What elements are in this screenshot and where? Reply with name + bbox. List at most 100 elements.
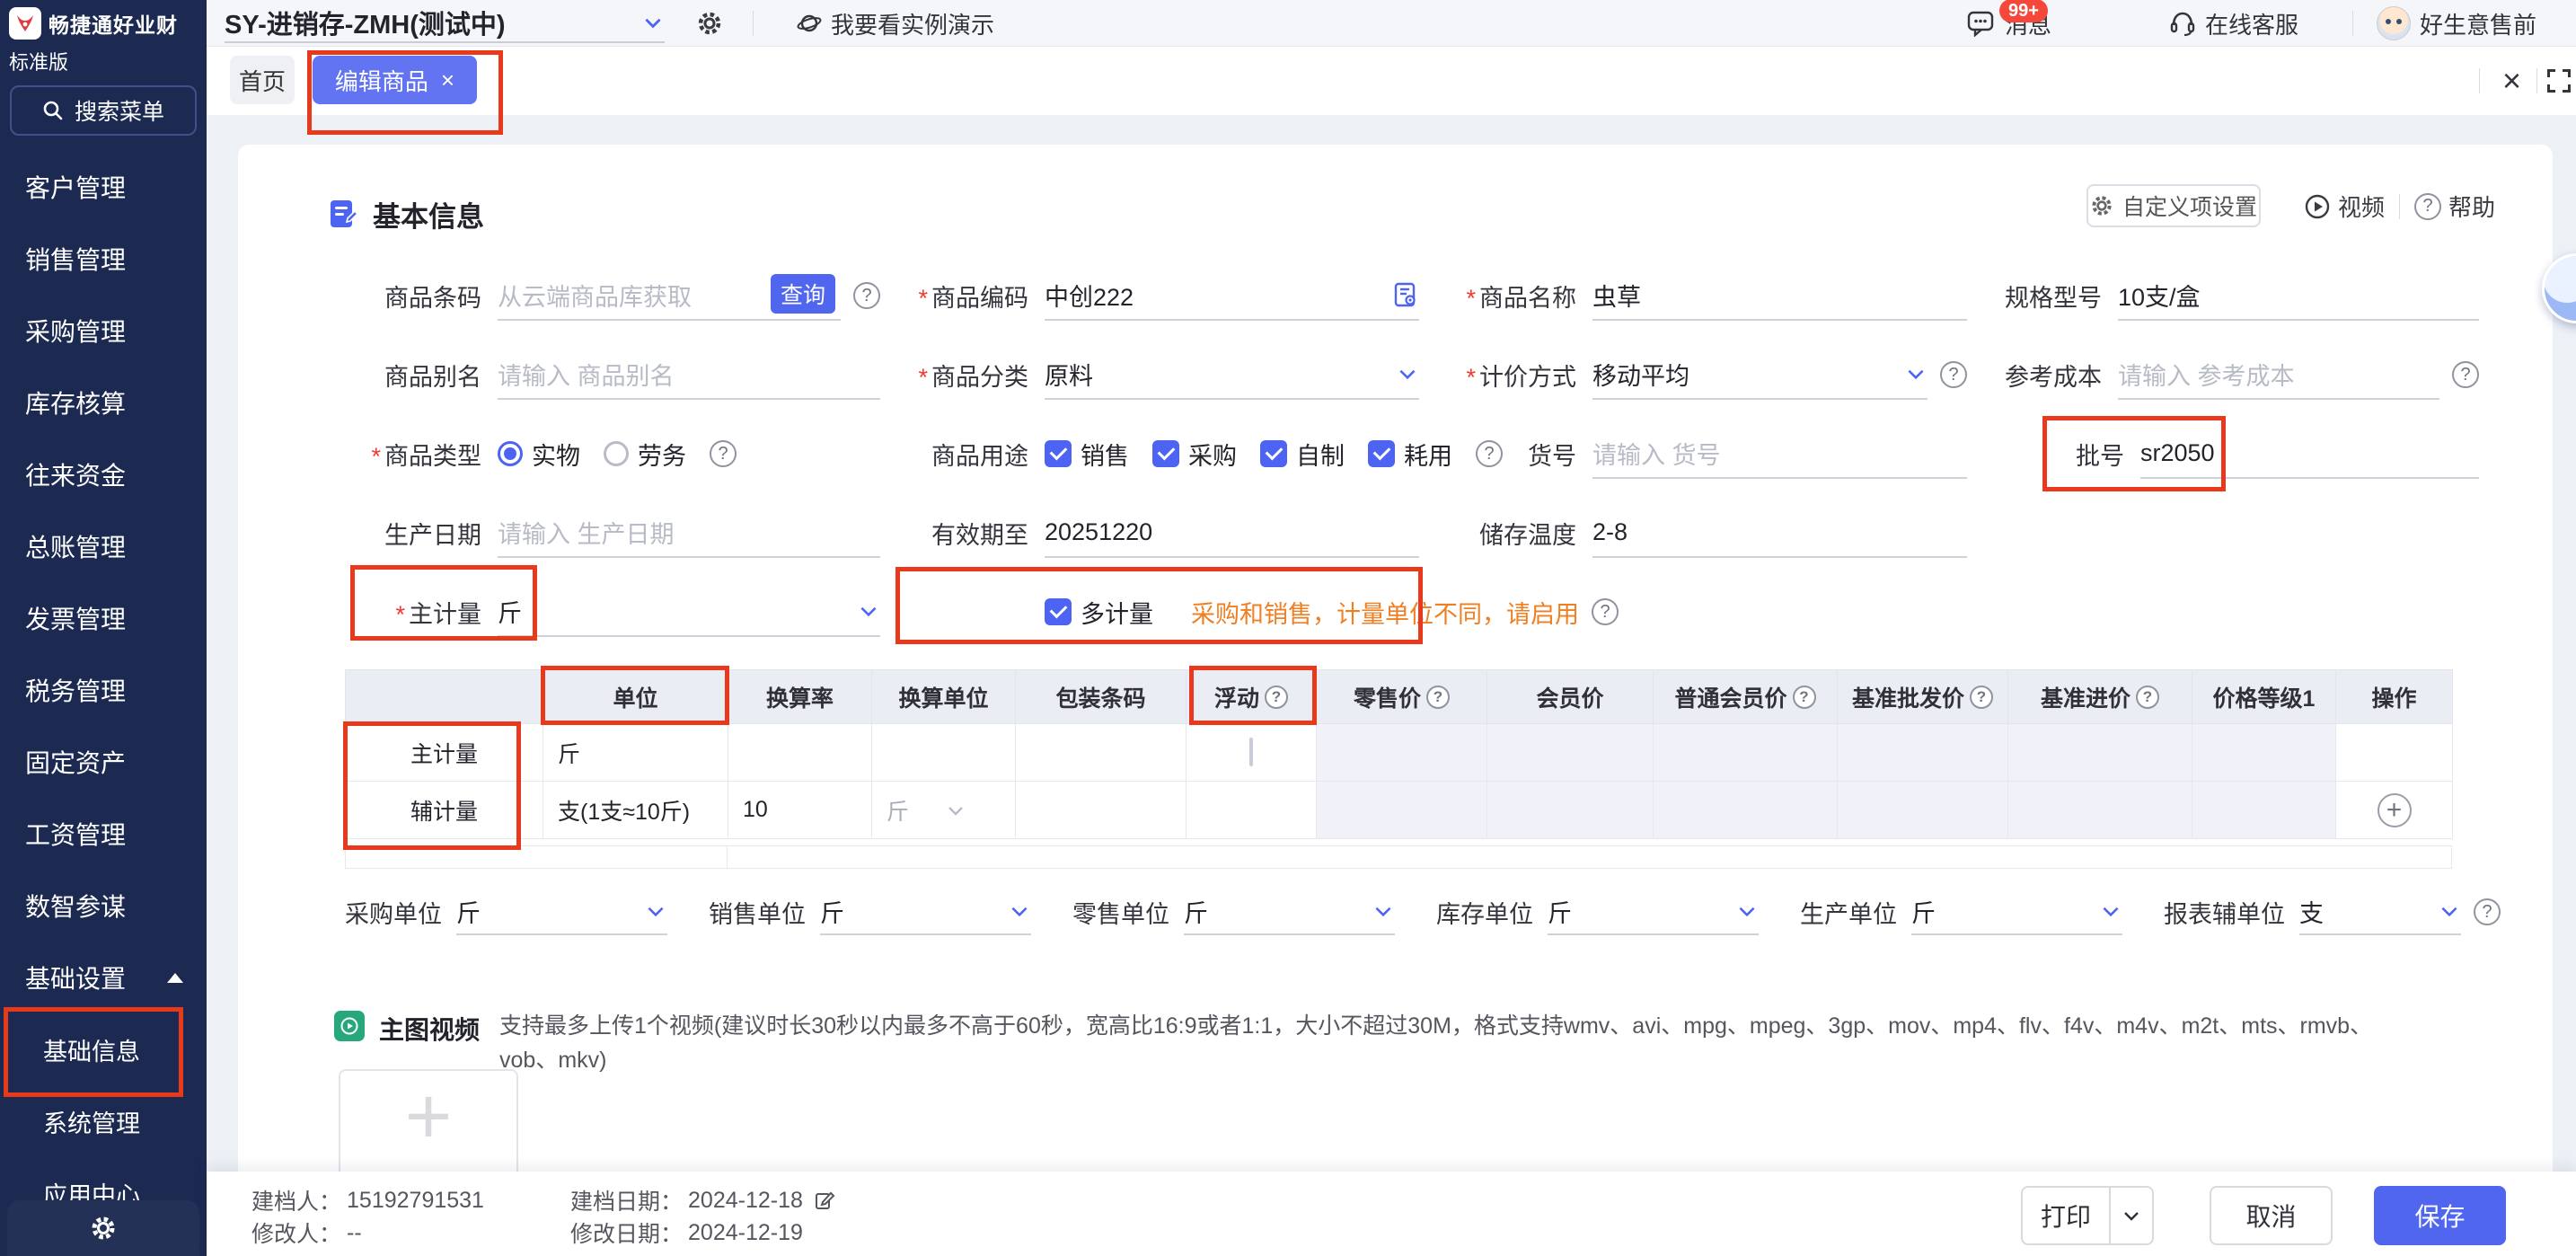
account-selector[interactable]: SY-进销存-ZMH(测试中) [225,4,665,43]
alias-input[interactable]: 请输入 商品别名 [498,349,880,400]
sidebar-item-funds[interactable]: 往来资金 [0,438,207,510]
category-select[interactable]: 原料 [1045,349,1419,400]
sidebar-settings-button[interactable] [7,1200,199,1256]
sidebar-item-purchase[interactable]: 采购管理 [0,295,207,367]
demo-link[interactable]: 我要看实例演示 [797,0,994,47]
help-link[interactable]: ? 帮助 [2414,190,2495,223]
type-help-icon[interactable]: ? [710,440,737,467]
sale-unit-select[interactable]: 斤 [820,889,1031,935]
wholesale-price-cell[interactable] [1838,724,2008,782]
edit-icon[interactable] [814,1190,835,1211]
price-level1-cell[interactable] [2192,782,2336,839]
unit-cell[interactable]: 支(1支≈10斤) [543,782,728,839]
sidebar-item-basic-info[interactable]: 基础信息 [0,1013,207,1085]
convert-unit-cell[interactable]: 斤 [872,782,1016,839]
wholesale-price-cell[interactable] [1838,782,2008,839]
retail-help-icon[interactable]: ? [1426,685,1450,709]
menu-search-input[interactable]: 搜索菜单 [10,85,197,136]
sidebar-item-invoice[interactable]: 发票管理 [0,582,207,654]
retail-unit-select[interactable]: 斤 [1184,889,1395,935]
sidebar-item-analytics[interactable]: 数智参谋 [0,870,207,942]
float-help-icon[interactable]: ? [1265,685,1288,709]
print-button[interactable]: 打印 [2023,1198,2109,1234]
rate-cell[interactable]: 10 [728,782,872,839]
normal-member-price-cell[interactable] [1654,782,1838,839]
normal-member-price-cell[interactable] [1654,724,1838,782]
retail-price-cell[interactable] [1317,782,1487,839]
pricing-help-icon[interactable]: ? [1940,361,1967,388]
close-page-icon[interactable]: × [2502,47,2521,115]
account-settings-button[interactable] [696,0,723,47]
ref-cost-help-icon[interactable]: ? [2452,361,2479,388]
prod-date-input[interactable]: 请输入 生产日期 [498,508,880,558]
sidebar-item-inventory[interactable]: 库存核算 [0,367,207,438]
sidebar-item-sales[interactable]: 销售管理 [0,223,207,295]
product-code-input[interactable]: 中创222 [1045,270,1419,321]
save-button[interactable]: 保存 [2374,1186,2506,1245]
code-rule-icon[interactable] [1392,281,1419,308]
sidebar-item-customers[interactable]: 客户管理 [0,151,207,223]
batch-no-input[interactable]: sr2050 [2140,429,2479,479]
wholesale-help-icon[interactable]: ? [1970,685,1993,709]
table-scroll-strip[interactable] [345,845,2452,869]
barcode-input[interactable]: 从云端商品库获取 查询 [498,270,841,321]
expiry-input[interactable]: 20251220 [1045,508,1419,558]
member-price-cell[interactable] [1487,782,1654,839]
sidebar-item-system-mgmt[interactable]: 系统管理 [0,1085,207,1157]
sidebar-item-payroll[interactable]: 工资管理 [0,798,207,870]
product-name-input[interactable]: 虫草 [1592,270,1967,321]
barcode-help-icon[interactable]: ? [853,282,880,309]
print-dropdown-button[interactable] [2109,1188,2152,1243]
pack-barcode-cell[interactable] [1016,724,1187,782]
field-label: 参考成本 [1994,358,2102,393]
price-level1-cell[interactable] [2192,724,2336,782]
purchase-price-help-icon[interactable]: ? [2136,685,2159,709]
production-unit-select[interactable]: 斤 [1911,889,2122,935]
spec-input[interactable]: 10支/盒 [2118,270,2479,321]
report-aux-help-icon[interactable]: ? [2474,898,2501,925]
add-unit-row-icon[interactable]: + [2378,793,2412,827]
online-service-button[interactable]: 在线客服 [2169,0,2298,47]
sidebar-item-ledger[interactable]: 总账管理 [0,510,207,582]
cancel-button[interactable]: 取消 [2210,1186,2333,1245]
main-unit-select[interactable]: 斤 [498,587,880,637]
messages-button[interactable]: 99+ 消息 [1967,0,2051,47]
pack-barcode-cell[interactable] [1016,782,1187,839]
base-purchase-price-cell[interactable] [2008,782,2192,839]
multi-unit-help-icon[interactable]: ? [1592,598,1619,625]
storage-temp-input[interactable]: 2-8 [1592,508,1967,558]
tab-close-icon[interactable]: × [441,68,454,92]
sidebar-item-basic-settings[interactable]: 基础设置 [0,942,207,1013]
retail-price-cell[interactable] [1317,724,1487,782]
field-pricing-method: *计价方式 移动平均 ? [1446,335,1994,414]
purchase-unit-select[interactable]: 斤 [456,889,667,935]
video-link[interactable]: 视频 [2304,190,2385,223]
tab-edit-product[interactable]: 编辑商品 × [313,56,477,104]
presale-assistant[interactable]: 好生意售前 [2377,0,2536,47]
radio-physical[interactable]: 实物 [498,437,580,472]
checkbox-selfmade[interactable]: 自制 [1260,437,1345,472]
unit-cell[interactable]: 斤 [543,724,728,782]
report-aux-unit-select[interactable]: 支 [2299,889,2461,935]
multi-unit-checkbox[interactable]: 多计量 [1045,595,1153,630]
query-button[interactable]: 查询 [771,274,835,314]
stock-unit-select[interactable]: 斤 [1548,889,1759,935]
field-label: 销售单位 [709,895,806,930]
pricing-select[interactable]: 移动平均 [1592,349,1928,400]
float-cell[interactable] [1187,782,1317,839]
sidebar-item-assets[interactable]: 固定资产 [0,726,207,798]
art-no-input[interactable]: 请输入 货号 [1592,429,1967,479]
fullscreen-icon[interactable] [2547,47,2571,115]
custom-fields-button[interactable]: 自定义项设置 [2086,184,2261,227]
checkbox-sale[interactable]: 销售 [1045,437,1129,472]
tab-home[interactable]: 首页 [230,56,295,104]
base-purchase-price-cell[interactable] [2008,724,2192,782]
member-price-cell[interactable] [1487,724,1654,782]
radio-service[interactable]: 劳务 [604,437,686,472]
menu-search-placeholder: 搜索菜单 [75,94,164,127]
member-help-icon[interactable]: ? [1793,685,1816,709]
checkbox-consume[interactable]: 耗用 [1368,437,1452,472]
checkbox-purchase[interactable]: 采购 [1152,437,1237,472]
sidebar-item-tax[interactable]: 税务管理 [0,654,207,726]
ref-cost-input[interactable]: 请输入 参考成本 [2118,349,2439,400]
